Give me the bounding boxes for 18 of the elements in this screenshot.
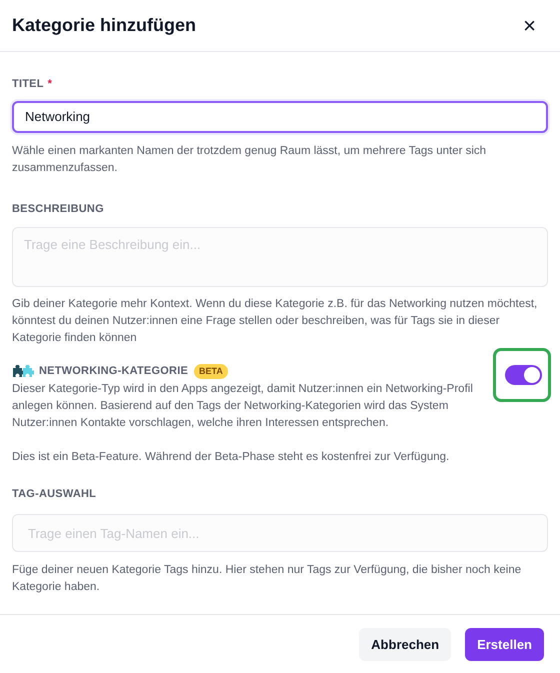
field-hint: Gib deiner Kategorie mehr Kontext. Wenn du diese Kategorie z.B. für das Networking nutzen möchtest, könntest du deinen Nutzer:innen eine Frage stellen oder beschreiben, was für Tags sie in dieser Kategorie finden können bbox=[12, 297, 538, 346]
field-label: BESCHREIBUNG bbox=[12, 202, 105, 216]
title-input[interactable]: Networking bbox=[12, 100, 548, 132]
beta-badge: BETA bbox=[194, 364, 228, 379]
field-label: TAG-AUSWAHL bbox=[12, 486, 98, 502]
field-label: TITEL bbox=[12, 77, 44, 92]
close-button[interactable]: × bbox=[515, 14, 544, 36]
networking-toggle[interactable] bbox=[505, 365, 542, 385]
create-button[interactable]: Erstellen bbox=[465, 628, 544, 661]
section-description: Dieser Kategorie-Typ wird in den Apps angezeigt, damit Nutzer:innen ein Networking-Profil anlegen können. Basierend auf den Tags der Networking-Kategorien wird das System Nutzer:innen Kontakte vorschlagen, welche ihren Interessen entsprechen. bbox=[12, 382, 474, 430]
required-mark: * bbox=[48, 77, 52, 92]
field-hint: Wähle einen markanten Namen der trotzdem genug Raum lässt, um mehrere Tags unter sich zusammenzufassen. bbox=[12, 144, 488, 176]
field-hint: Füge deiner neuen Kategorie Tags hinzu. Hier stehen nur Tags zur Verfügung, die bisher noch keine Kategorie haben. bbox=[12, 563, 522, 595]
cancel-button[interactable]: Abbrechen bbox=[359, 628, 452, 661]
beta-note: Dies ist ein Beta-Feature. Während der Beta-Phase steht es kostenfrei zur Verfügung. bbox=[12, 450, 450, 464]
puzzle-icon bbox=[12, 365, 34, 378]
section-label: NETWORKING-KATEGORIE bbox=[39, 364, 188, 379]
dialog-title: Kategorie hinzufügen bbox=[12, 14, 196, 37]
